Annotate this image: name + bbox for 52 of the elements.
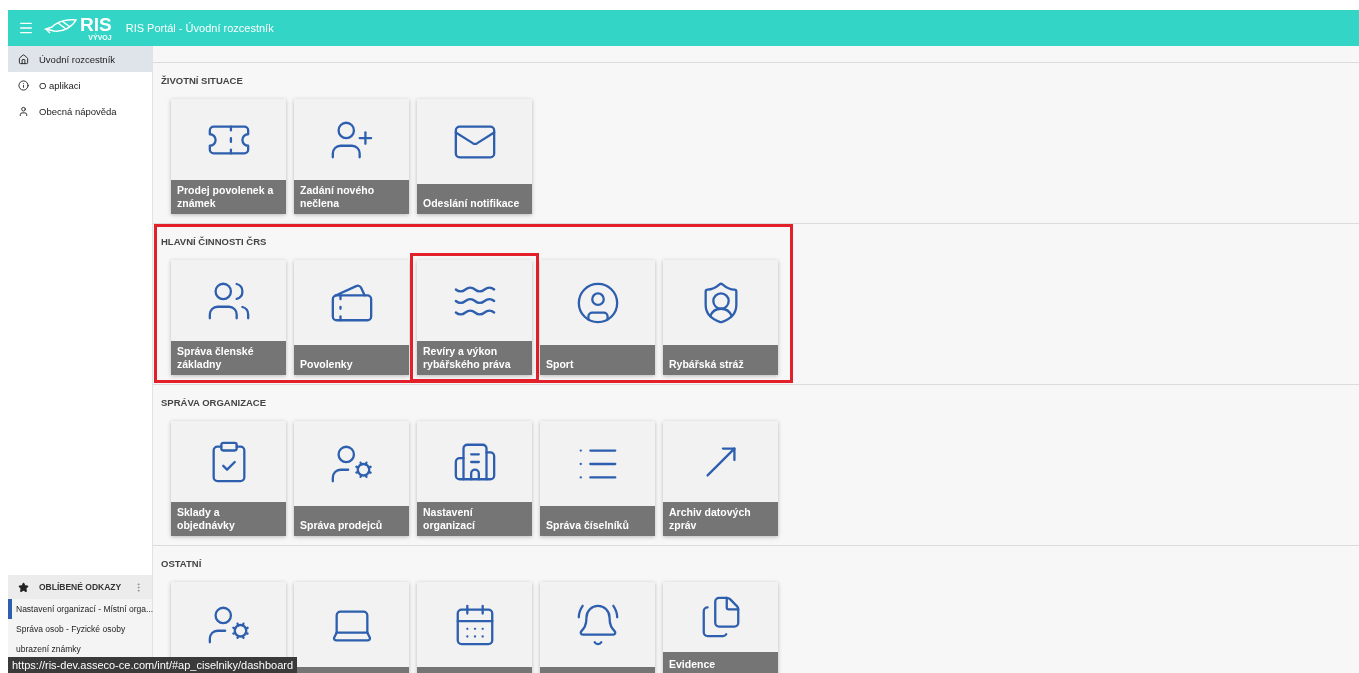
nav-label: Úvodní rozcestník bbox=[39, 53, 116, 65]
nav-item[interactable]: Obecná nápověda bbox=[8, 98, 152, 124]
section-title: ŽIVOTNÍ SITUACE bbox=[161, 75, 244, 87]
tile-label: Správa číselníků bbox=[540, 506, 655, 536]
tile-card[interactable]: Správa číselníků bbox=[540, 421, 655, 536]
tile-label: Evidence bbox=[663, 652, 778, 673]
tile-label: Správa členské základny bbox=[171, 341, 286, 375]
favorite-link[interactable]: Správa osob - Fyzické osoby bbox=[8, 619, 152, 639]
link-url-tooltip: https://ris-dev.asseco-ce.com/int/#ap_ciselniky/dashboard bbox=[8, 657, 298, 673]
tile-card[interactable]: Nastavení organizací bbox=[417, 421, 532, 536]
tile-label: Správa prodejců bbox=[294, 506, 409, 536]
favorites-title: OBLÍBENÉ ODKAZY bbox=[39, 582, 123, 592]
tile-card[interactable]: Zadání nového nečlena bbox=[294, 99, 409, 214]
star-icon bbox=[18, 581, 29, 593]
section-title: HLAVNÍ ČINNOSTI ČRS bbox=[161, 236, 268, 248]
tile-label: Sklady a objednávky bbox=[171, 502, 286, 536]
tile-card[interactable] bbox=[294, 582, 409, 673]
tile-label: Povolenky bbox=[294, 345, 409, 375]
home-icon bbox=[18, 53, 29, 65]
nav-label: Obecná nápověda bbox=[39, 105, 117, 117]
section-title: OSTATNÍ bbox=[161, 558, 203, 570]
tile-card[interactable]: Evidence bbox=[663, 582, 778, 673]
tile-label: Prodej povolenek a známek bbox=[171, 180, 286, 214]
nav-item[interactable]: O aplikaci bbox=[8, 72, 152, 98]
tile-card[interactable]: Prodej povolenek a známek bbox=[171, 99, 286, 214]
section-title: SPRÁVA ORGANIZACE bbox=[161, 397, 268, 409]
tile-card[interactable]: Revíry a výkon rybářského práva bbox=[417, 260, 532, 375]
logo-text: RIS bbox=[80, 15, 112, 34]
info-icon bbox=[18, 79, 29, 91]
tile-label: Revíry a výkon rybářského práva bbox=[417, 341, 532, 375]
tile-label: Sport bbox=[540, 345, 655, 375]
tile-card[interactable]: Sport bbox=[540, 260, 655, 375]
tile-card[interactable] bbox=[417, 582, 532, 673]
user-icon bbox=[18, 105, 29, 117]
page-title: RIS Portál - Úvodní rozcestník bbox=[125, 22, 274, 34]
nav-item[interactable]: Úvodní rozcestník bbox=[8, 46, 152, 72]
tile-label: Nastavení organizací bbox=[417, 502, 532, 536]
tile-card[interactable]: Správa prodejců bbox=[294, 421, 409, 536]
tile-card[interactable]: Sklady a objednávky bbox=[171, 421, 286, 536]
nav-label: O aplikaci bbox=[39, 79, 81, 91]
tile-card[interactable]: Správa členské základny bbox=[171, 260, 286, 375]
tile-card[interactable]: Odeslání notifikace bbox=[417, 99, 532, 214]
tile-label: Archiv datových zpráv bbox=[663, 502, 778, 536]
favorite-link[interactable]: ubrazení známky bbox=[8, 639, 152, 659]
favorite-link[interactable]: Nastavení organizací - Místní orga... bbox=[8, 599, 152, 619]
tile-label: Zadání nového nečlena bbox=[294, 180, 409, 214]
tile-card[interactable]: Rybářská stráž bbox=[663, 260, 778, 375]
tile-card[interactable]: Archiv datových zpráv bbox=[663, 421, 778, 536]
tile-card[interactable]: Povolenky bbox=[294, 260, 409, 375]
tile-label: Rybářská stráž bbox=[663, 345, 778, 375]
tile-label: Odeslání notifikace bbox=[417, 184, 532, 214]
tile-card[interactable] bbox=[540, 582, 655, 673]
